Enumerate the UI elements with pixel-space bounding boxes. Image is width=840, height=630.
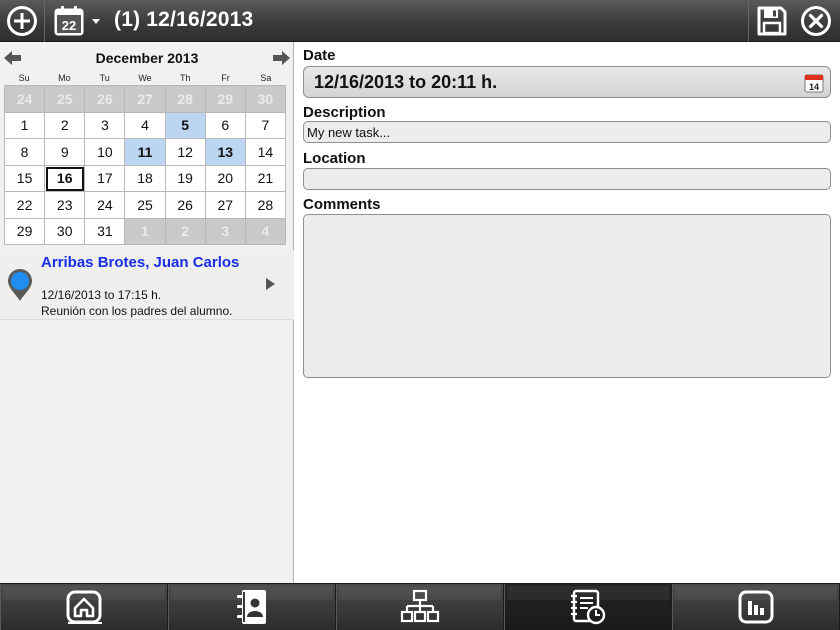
calendar-day[interactable]: 19 <box>165 165 206 192</box>
disclosure-arrow-icon <box>266 278 275 290</box>
calendar-day[interactable]: 5 <box>165 112 206 139</box>
weekday-label: Su <box>18 73 30 83</box>
calendar-day[interactable]: 6 <box>205 112 246 139</box>
event-description: Reunión con los padres del alumno. <box>41 304 233 318</box>
add-circle-icon <box>7 6 37 36</box>
next-month-arrow-icon[interactable] <box>272 51 290 65</box>
calendar-day[interactable]: 18 <box>125 165 166 192</box>
contacts-book-icon <box>237 590 266 624</box>
toolbar-separator <box>748 0 749 42</box>
calendar-grid: 24 25 26 27 28 29 30 1 2 3 4 5 6 7 8 9 10 11 12 13 14 15 16 17 1… <box>4 85 286 245</box>
calendar-day[interactable]: 24 <box>85 192 126 219</box>
calendar-dropdown-button[interactable]: 22 <box>50 4 104 38</box>
calendar-day-other-month[interactable]: 24 <box>5 86 46 113</box>
calendar-day-other-month[interactable]: 2 <box>165 218 206 245</box>
home-tab-indicator <box>68 622 102 624</box>
weekday-row: Su Mo Tu We Th Fr Sa <box>4 73 286 85</box>
calendar-day-other-month[interactable]: 1 <box>125 218 166 245</box>
add-button[interactable] <box>4 4 40 38</box>
close-circle-icon <box>801 6 831 36</box>
weekday-label: Tu <box>99 73 110 83</box>
bar-chart-icon <box>738 590 774 624</box>
calendar-day[interactable]: 20 <box>205 165 246 192</box>
event-time: 12/16/2013 to 17:15 h. <box>41 288 162 302</box>
comments-label: Comments <box>303 196 381 213</box>
task-form: Date 12/16/2013 to 20:11 h. 14 Descripti… <box>295 42 840 583</box>
event-list-item[interactable]: Arribas Brotes, Juan Carlos 12/16/2013 t… <box>0 250 294 320</box>
tab-task-history[interactable] <box>504 584 672 630</box>
calendar-day-other-month[interactable]: 25 <box>45 86 86 113</box>
calendar-day-other-month[interactable]: 27 <box>125 86 166 113</box>
calendar-day[interactable]: 31 <box>85 218 126 245</box>
calendar-day[interactable]: 17 <box>85 165 126 192</box>
close-button[interactable] <box>796 4 836 38</box>
weekday-label: Mo <box>58 73 71 83</box>
hierarchy-icon <box>400 589 440 623</box>
calendar-day-other-month[interactable]: 4 <box>245 218 286 245</box>
calendar-day[interactable]: 4 <box>125 112 166 139</box>
calendar-day[interactable]: 15 <box>5 165 46 192</box>
calendar-day[interactable]: 22 <box>5 192 46 219</box>
save-button[interactable] <box>752 4 792 38</box>
calendar-day[interactable]: 7 <box>245 112 286 139</box>
calendar-day-selected[interactable]: 16 <box>45 165 86 192</box>
calendar-day[interactable]: 12 <box>165 139 206 166</box>
calendar-day[interactable]: 26 <box>165 192 206 219</box>
comments-textarea[interactable] <box>303 214 831 378</box>
calendar-day[interactable]: 28 <box>245 192 286 219</box>
description-input[interactable] <box>303 121 831 143</box>
weekday-label: We <box>138 73 152 83</box>
calendar-day[interactable]: 23 <box>45 192 86 219</box>
tab-contacts[interactable] <box>168 584 336 630</box>
calendar-day[interactable]: 21 <box>245 165 286 192</box>
calendar-day-other-month[interactable]: 28 <box>165 86 206 113</box>
month-label: December 2013 <box>95 50 199 66</box>
toolbar-separator <box>44 0 45 42</box>
calendar-day[interactable]: 14 <box>245 139 286 166</box>
calendar-day[interactable]: 30 <box>45 218 86 245</box>
date-label: Date <box>303 47 336 64</box>
calendar-day[interactable]: 2 <box>45 112 86 139</box>
date-value: 12/16/2013 to 20:11 h. <box>314 71 498 92</box>
weekday-label: Sa <box>260 73 272 83</box>
calendar-day[interactable]: 10 <box>85 139 126 166</box>
page-title: (1) 12/16/2013 <box>114 8 254 31</box>
top-bar: 22 (1) 12/16/2013 <box>0 0 840 42</box>
calendar-day-other-month[interactable]: 30 <box>245 86 286 113</box>
left-panel: December 2013 Su Mo Tu We Th Fr Sa 24 25 26 27 28 2… <box>0 42 294 583</box>
tab-charts[interactable] <box>672 584 840 630</box>
chevron-down-icon <box>92 19 100 24</box>
home-icon <box>66 590 102 624</box>
calendar-icon: 22 <box>54 6 84 36</box>
weekday-label: Th <box>180 73 191 83</box>
calendar-day[interactable]: 27 <box>205 192 246 219</box>
calendar-day[interactable]: 25 <box>125 192 166 219</box>
description-label: Description <box>303 104 386 121</box>
calendar-day[interactable]: 3 <box>85 112 126 139</box>
task-history-icon <box>571 589 606 625</box>
calendar-header: December 2013 <box>0 48 294 68</box>
date-picker-field[interactable]: 12/16/2013 to 20:11 h. 14 <box>303 66 831 98</box>
calendar-day-other-month[interactable]: 3 <box>205 218 246 245</box>
calendar-day-other-month[interactable]: 26 <box>85 86 126 113</box>
calendar-day[interactable]: 29 <box>5 218 46 245</box>
calendar-day[interactable]: 1 <box>5 112 46 139</box>
bottom-tab-bar <box>0 583 840 630</box>
location-input[interactable] <box>303 168 831 190</box>
location-label: Location <box>303 150 366 167</box>
calendar-icon-day: 22 <box>62 18 76 33</box>
map-pin-icon <box>8 269 32 301</box>
calendar-small-icon[interactable]: 14 <box>804 73 824 93</box>
calendar-day[interactable]: 8 <box>5 139 46 166</box>
event-contact-name: Arribas Brotes, Juan Carlos <box>41 254 240 271</box>
calendar-day[interactable]: 11 <box>125 139 166 166</box>
tab-hierarchy[interactable] <box>336 584 504 630</box>
floppy-disk-icon <box>757 6 787 36</box>
calendar-day-other-month[interactable]: 29 <box>205 86 246 113</box>
calendar-small-icon-day: 14 <box>809 82 819 92</box>
calendar-day[interactable]: 13 <box>205 139 246 166</box>
calendar-day[interactable]: 9 <box>45 139 86 166</box>
weekday-label: Fr <box>221 73 230 83</box>
